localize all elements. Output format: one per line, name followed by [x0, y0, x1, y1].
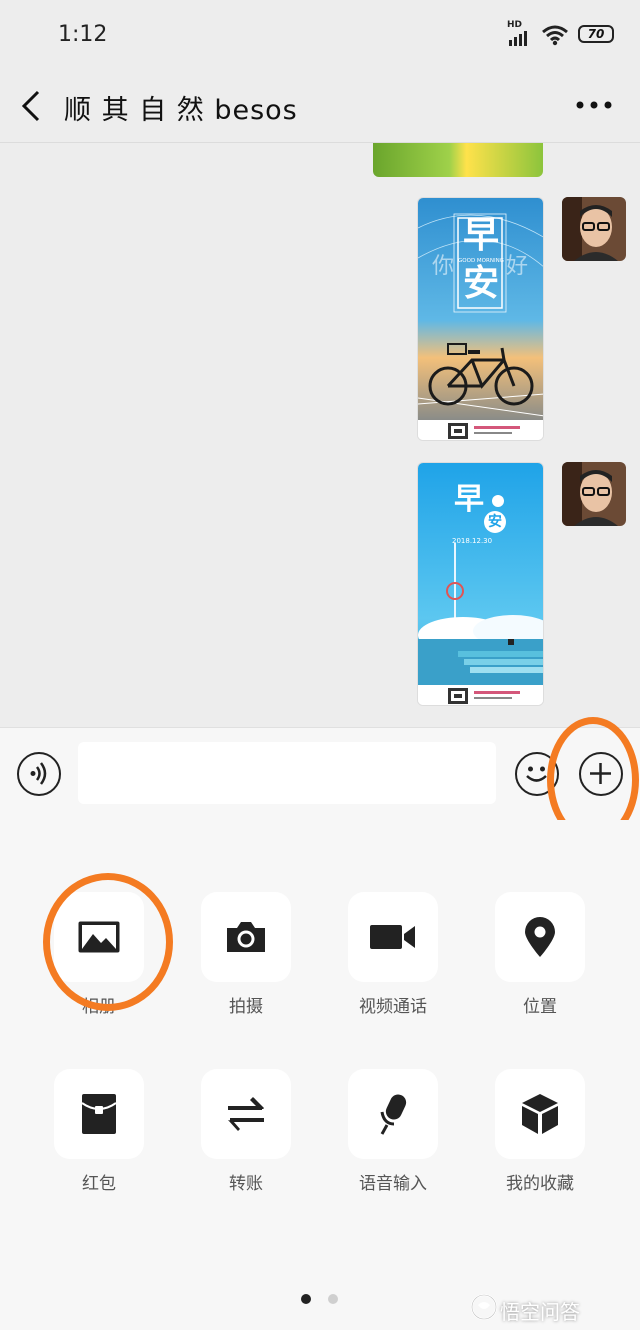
location-tile[interactable]: [495, 892, 585, 982]
favorites-tile[interactable]: [495, 1069, 585, 1159]
tool-video-call[interactable]: 视频通话: [347, 892, 439, 1017]
tool-favorites[interactable]: 我的收藏: [494, 1069, 586, 1194]
page-indicator: [328, 1294, 338, 1304]
camera-icon: [227, 922, 265, 952]
voice-wave-icon: [30, 762, 47, 785]
favorites-icon: [522, 1094, 558, 1134]
tool-label: 视频通话: [359, 997, 427, 1017]
tool-voice-input[interactable]: 语音输入: [347, 1069, 439, 1194]
voice-input-icon: [380, 1094, 407, 1135]
tool-label: 红包: [82, 1174, 116, 1194]
card-side-char-right: 好: [506, 254, 529, 279]
plus-icon: [590, 763, 611, 784]
emoji-icon: [526, 766, 547, 782]
message-input[interactable]: [78, 742, 496, 804]
transfer-tile[interactable]: [201, 1069, 291, 1159]
video-call-tile[interactable]: [348, 892, 438, 982]
more-options-icon[interactable]: [572, 90, 616, 120]
tool-album[interactable]: 相册: [53, 892, 145, 1017]
card-big-char-1: 早: [454, 482, 484, 517]
function-panel: 相册 拍摄 视频通话 位置 红包 转账 语音输入 我的收藏: [0, 820, 640, 1330]
chat-title: 顺 其 自 然 besos: [64, 95, 298, 126]
voice-toggle-button[interactable]: [17, 752, 61, 796]
more-functions-button[interactable]: [579, 752, 623, 796]
tool-camera[interactable]: 拍摄: [200, 892, 292, 1017]
signal-icon: [509, 31, 527, 46]
card-date: 2018.12.30: [452, 537, 493, 545]
card-big-char-2: 安: [462, 263, 499, 304]
voice-input-tile[interactable]: [348, 1069, 438, 1159]
tool-label: 我的收藏: [506, 1174, 574, 1194]
wukong-logo-icon: [471, 1294, 497, 1320]
tool-red-packet[interactable]: 红包: [53, 1069, 145, 1194]
tool-label: 拍摄: [229, 997, 263, 1017]
image-message-partial[interactable]: [373, 143, 543, 177]
bicycle-icon: [428, 343, 534, 406]
red-packet-icon: [81, 1094, 117, 1134]
transfer-icon: [228, 1097, 264, 1131]
tool-label: 相册: [82, 997, 116, 1017]
wifi-icon: [542, 25, 568, 46]
page-indicator-active: [301, 1294, 311, 1304]
video-call-icon: [370, 925, 415, 949]
chat-messages: 早 GOOD MORNING 你 好 安 早 安 2018.12.30: [0, 143, 640, 727]
avatar[interactable]: [562, 197, 626, 261]
emoji-button[interactable]: [515, 752, 559, 796]
avatar[interactable]: [562, 462, 626, 526]
chat-header: 顺 其 自 然 besos: [0, 70, 640, 143]
tool-label: 位置: [523, 997, 557, 1017]
status-bar: 1:12 HD 70: [0, 0, 640, 70]
album-tile[interactable]: [54, 892, 144, 982]
card-side-char-left: 你: [432, 254, 455, 279]
back-arrow-icon[interactable]: [18, 88, 48, 124]
tool-label: 语音输入: [359, 1174, 427, 1194]
tool-transfer[interactable]: 转账: [200, 1069, 292, 1194]
input-bar: [0, 727, 640, 821]
album-icon: [78, 921, 120, 953]
location-icon: [525, 917, 555, 957]
image-message[interactable]: 早 GOOD MORNING 你 好 安: [417, 197, 544, 441]
battery-indicator: 70: [578, 25, 614, 43]
user-avatar-image: [562, 197, 626, 261]
tool-location[interactable]: 位置: [494, 892, 586, 1017]
red-packet-tile[interactable]: [54, 1069, 144, 1159]
card-big-char-2: 安: [484, 511, 506, 533]
network-type-label: HD: [507, 20, 523, 30]
card-big-char-1: 早: [462, 215, 499, 256]
user-avatar-image: [562, 462, 626, 526]
watermark-text: 悟空问答: [500, 1300, 580, 1324]
image-message[interactable]: 早 安 2018.12.30: [417, 462, 544, 706]
camera-tile[interactable]: [201, 892, 291, 982]
tool-label: 转账: [229, 1174, 263, 1194]
status-time: 1:12: [58, 22, 108, 47]
